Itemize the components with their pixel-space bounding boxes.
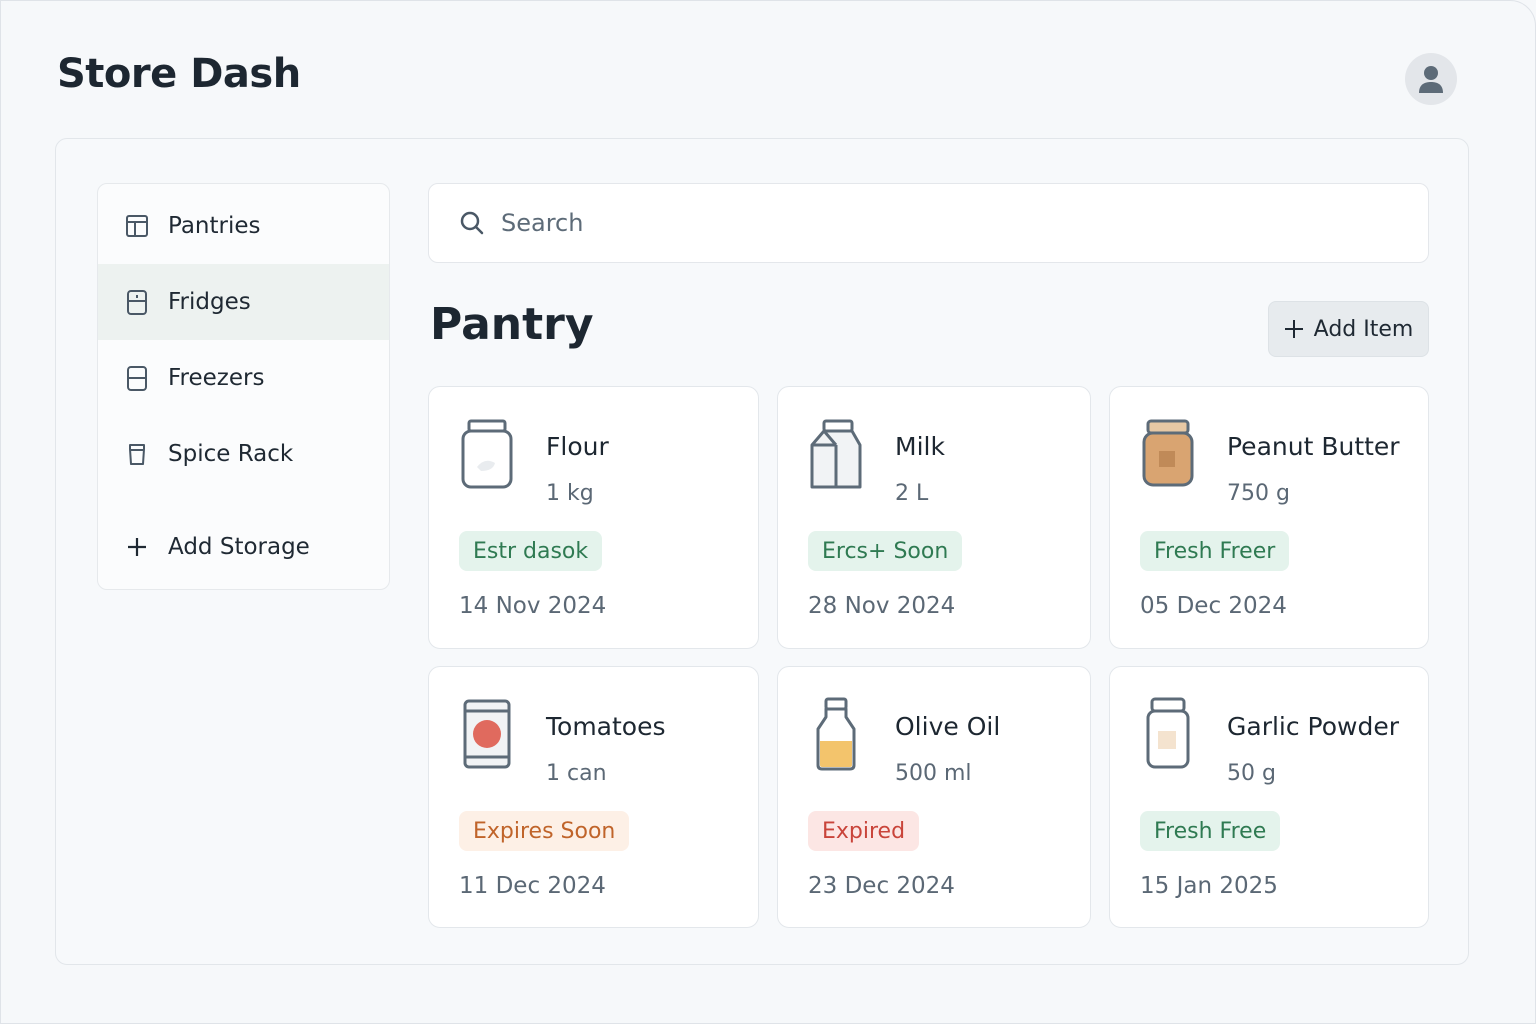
- garlic-powder-jar-icon: [1140, 697, 1196, 773]
- olive-oil-bottle-icon: [808, 697, 864, 773]
- item-date: 14 Nov 2024: [459, 593, 607, 619]
- freezer-icon: [124, 365, 150, 391]
- item-name: Milk: [895, 432, 945, 461]
- app-title: Store Dash: [57, 51, 301, 97]
- page-title: Pantry: [430, 299, 594, 350]
- app-window: Store Dash Pantries Fridges Freezers Spi…: [0, 0, 1536, 1024]
- item-quantity: 500 ml: [895, 761, 972, 786]
- tomato-can-icon: [459, 697, 515, 773]
- status-badge: Ercs+ Soon: [808, 531, 963, 571]
- status-badge: Expired: [808, 811, 920, 851]
- milk-carton-icon: [808, 417, 864, 493]
- item-name: Olive Oil: [895, 712, 1001, 741]
- item-quantity: 750 g: [1227, 481, 1290, 506]
- item-card-garlic-powder[interactable]: Garlic Powder 50 g Fresh Free 15 Jan 202…: [1109, 666, 1429, 928]
- item-name: Garlic Powder: [1227, 712, 1400, 741]
- item-date: 28 Nov 2024: [808, 593, 956, 619]
- pantry-icon: [124, 213, 150, 239]
- sidebar-item-fridges[interactable]: Fridges: [98, 264, 389, 340]
- sidebar-item-label: Pantries: [168, 213, 261, 239]
- item-date: 23 Dec 2024: [808, 873, 955, 899]
- status-badge: Expires Soon: [459, 811, 630, 851]
- status-badge: Estr dasok: [459, 531, 603, 571]
- item-quantity: 1 kg: [546, 481, 594, 506]
- search-icon: [460, 211, 484, 235]
- item-date: 15 Jan 2025: [1140, 873, 1278, 899]
- sidebar-item-spice-rack[interactable]: Spice Rack: [98, 416, 389, 492]
- add-storage-label: Add Storage: [168, 534, 310, 560]
- item-name: Peanut Butter: [1227, 432, 1400, 461]
- main-panel: Pantries Fridges Freezers Spice Rack Add…: [55, 138, 1469, 965]
- item-date: 11 Dec 2024: [459, 873, 606, 899]
- item-quantity: 50 g: [1227, 761, 1276, 786]
- status-badge: Fresh Freer: [1140, 531, 1290, 571]
- user-avatar-button[interactable]: [1405, 53, 1457, 105]
- status-badge: Fresh Free: [1140, 811, 1281, 851]
- user-icon: [1419, 66, 1443, 93]
- item-card-milk[interactable]: Milk 2 L Ercs+ Soon 28 Nov 2024: [777, 386, 1091, 649]
- item-card-peanut-butter[interactable]: Peanut Butter 750 g Fresh Freer 05 Dec 2…: [1109, 386, 1429, 649]
- plus-icon: [124, 534, 150, 560]
- sidebar-item-label: Spice Rack: [168, 441, 294, 467]
- flour-jar-icon: [459, 417, 515, 493]
- search-input[interactable]: [501, 209, 1381, 237]
- item-name: Tomatoes: [546, 712, 666, 741]
- peanut-butter-jar-icon: [1140, 417, 1196, 493]
- sidebar-item-label: Fridges: [168, 289, 251, 315]
- fridge-icon: [124, 289, 150, 315]
- spice-jar-icon: [124, 441, 150, 467]
- plus-icon: [1284, 319, 1304, 339]
- item-quantity: 2 L: [895, 481, 929, 506]
- sidebar-item-freezers[interactable]: Freezers: [98, 340, 389, 416]
- add-item-button[interactable]: Add Item: [1268, 301, 1429, 357]
- item-card-flour[interactable]: Flour 1 kg Estr dasok 14 Nov 2024: [428, 386, 759, 649]
- search-bar[interactable]: [428, 183, 1429, 263]
- item-name: Flour: [546, 432, 609, 461]
- sidebar-item-label: Freezers: [168, 365, 265, 391]
- item-card-tomatoes[interactable]: Tomatoes 1 can Expires Soon 11 Dec 2024: [428, 666, 759, 928]
- item-date: 05 Dec 2024: [1140, 593, 1287, 619]
- item-card-olive-oil[interactable]: Olive Oil 500 ml Expired 23 Dec 2024: [777, 666, 1091, 928]
- add-item-label: Add Item: [1313, 316, 1414, 342]
- sidebar-item-pantries[interactable]: Pantries: [98, 188, 389, 264]
- storage-sidebar: Pantries Fridges Freezers Spice Rack Add…: [97, 183, 390, 590]
- add-storage-button[interactable]: Add Storage: [98, 509, 389, 585]
- item-quantity: 1 can: [546, 761, 607, 786]
